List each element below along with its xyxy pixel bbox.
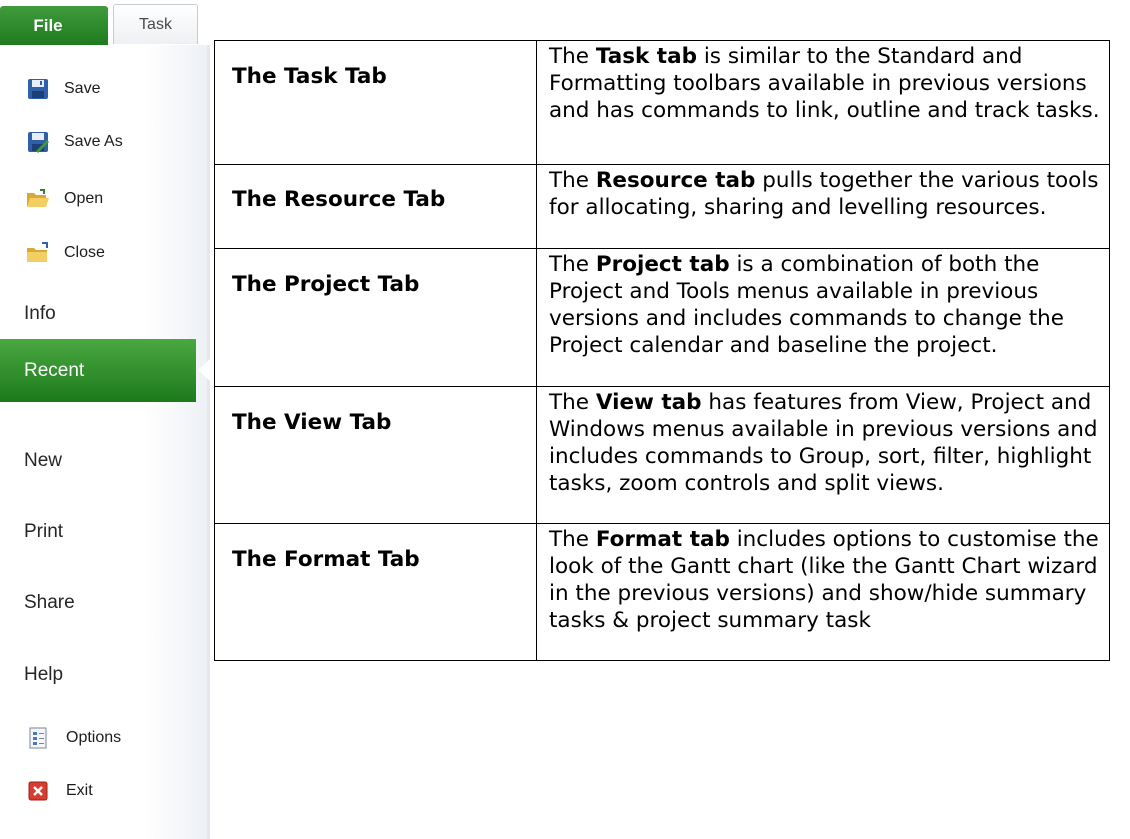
selection-pointer xyxy=(198,359,210,381)
description-text: The xyxy=(549,527,596,552)
tabs-description-table: The Task Tab The Task tab is similar to … xyxy=(214,40,1110,661)
description-keyword: Resource tab xyxy=(595,168,756,193)
tab-task[interactable]: Task xyxy=(113,4,198,44)
description-text: The xyxy=(549,168,596,193)
save-as-button[interactable]: Save As xyxy=(26,127,123,157)
table-row: The Resource Tab The Resource tab pulls … xyxy=(214,164,1110,249)
tab-name-cell: The Project Tab xyxy=(214,248,537,387)
nav-share[interactable]: Share xyxy=(24,588,75,618)
description-keyword: Project tab xyxy=(595,252,730,277)
nav-recent[interactable]: Recent xyxy=(0,339,196,402)
tab-file[interactable]: File xyxy=(0,6,108,46)
open-folder-icon xyxy=(26,187,50,211)
nav-new[interactable]: New xyxy=(24,446,62,476)
backstage-menu xyxy=(0,45,210,839)
close-label: Close xyxy=(64,244,105,261)
save-icon xyxy=(26,77,50,101)
description-text: The xyxy=(549,252,596,277)
tab-description-cell: The Project tab is a combination of both… xyxy=(536,248,1110,387)
nav-print[interactable]: Print xyxy=(24,517,63,547)
exit-icon xyxy=(26,779,50,803)
tab-description-cell: The Format tab includes options to custo… xyxy=(536,523,1110,661)
open-label: Open xyxy=(64,190,104,207)
backstage-panel: File Task Save Save As Open Close Info R… xyxy=(0,0,210,839)
tab-description-cell: The Task tab is similar to the Standard … xyxy=(536,40,1110,165)
save-as-label: Save As xyxy=(64,133,123,150)
tab-name-cell: The Format Tab xyxy=(214,523,537,661)
nav-info[interactable]: Info xyxy=(24,299,56,329)
exit-button[interactable]: Exit xyxy=(26,776,93,806)
save-as-icon xyxy=(26,130,50,154)
tab-name-cell: The Task Tab xyxy=(214,40,537,165)
options-button[interactable]: Options xyxy=(26,723,121,753)
close-folder-icon xyxy=(26,241,50,265)
description-keyword: View tab xyxy=(595,390,702,415)
tab-name-cell: The Resource Tab xyxy=(214,164,537,249)
options-label: Options xyxy=(66,729,122,746)
table-row: The Task Tab The Task tab is similar to … xyxy=(214,40,1110,165)
table-row: The Format Tab The Format tab includes o… xyxy=(214,523,1110,661)
tab-description-cell: The Resource tab pulls together the vari… xyxy=(536,164,1110,249)
exit-label: Exit xyxy=(66,782,93,799)
table-row: The View Tab The View tab has features f… xyxy=(214,386,1110,524)
nav-help[interactable]: Help xyxy=(24,660,63,690)
ribbon-tabs: File Task xyxy=(0,0,198,46)
open-button[interactable]: Open xyxy=(26,184,103,214)
description-keyword: Format tab xyxy=(595,527,730,552)
nav-recent-label: Recent xyxy=(24,359,85,381)
save-label: Save xyxy=(64,80,101,97)
description-text: The xyxy=(549,390,596,415)
description-keyword: Task tab xyxy=(595,44,697,69)
tab-name-cell: The View Tab xyxy=(214,386,537,524)
tab-description-cell: The View tab has features from View, Pro… xyxy=(536,386,1110,524)
options-icon xyxy=(26,726,50,750)
description-text: The xyxy=(549,44,596,69)
close-button[interactable]: Close xyxy=(26,238,105,268)
save-button[interactable]: Save xyxy=(26,74,100,104)
table-row: The Project Tab The Project tab is a com… xyxy=(214,248,1110,387)
